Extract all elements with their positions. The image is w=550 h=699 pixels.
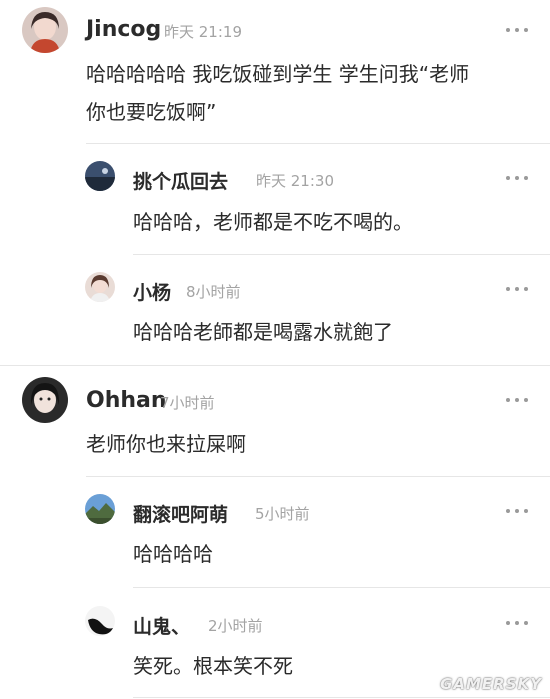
avatar[interactable] xyxy=(85,606,115,636)
comment-text-line: 你也要吃饭啊” xyxy=(86,100,217,124)
portrait-avatar-icon xyxy=(85,272,115,302)
more-options-icon[interactable] xyxy=(506,508,528,514)
timestamp: 5小时前 xyxy=(255,505,310,523)
more-options-icon[interactable] xyxy=(506,27,528,33)
divider xyxy=(133,697,550,698)
more-options-icon[interactable] xyxy=(506,175,528,181)
divider xyxy=(0,365,550,366)
more-options-icon[interactable] xyxy=(506,286,528,292)
comment-text-line: 哈哈哈哈哈 我吃饭碰到学生 学生问我“老师 xyxy=(86,62,470,86)
landscape-avatar-icon xyxy=(85,161,115,191)
divider xyxy=(86,143,550,144)
comment-text: 哈哈哈老師都是喝露水就飽了 xyxy=(133,320,393,344)
comment-text: 哈哈哈哈 xyxy=(133,542,213,566)
divider xyxy=(86,476,550,477)
dark-abstract-avatar-icon xyxy=(85,606,115,636)
portrait-avatar-icon xyxy=(22,377,68,423)
avatar[interactable] xyxy=(22,377,68,423)
comment-thread: Jincog 昨天 21:19 哈哈哈哈哈 我吃饭碰到学生 学生问我“老师 你也… xyxy=(0,0,550,699)
more-options-icon[interactable] xyxy=(506,397,528,403)
username[interactable]: 翻滚吧阿萌 xyxy=(133,500,228,527)
username[interactable]: 挑个瓜回去 xyxy=(133,167,228,194)
avatar[interactable] xyxy=(85,272,115,302)
timestamp: 昨天 21:30 xyxy=(256,172,334,190)
username[interactable]: 山鬼、 xyxy=(133,612,190,639)
more-options-icon[interactable] xyxy=(506,620,528,626)
comment-text: 老师你也来拉屎啊 xyxy=(86,432,246,456)
watermark: GAMERSKY xyxy=(440,675,542,693)
divider xyxy=(133,587,550,588)
divider xyxy=(133,254,550,255)
timestamp: 2小时前 xyxy=(208,617,263,635)
comment-text: 哈哈哈，老师都是不吃不喝的。 xyxy=(133,210,413,234)
avatar[interactable] xyxy=(85,161,115,191)
timestamp: 昨天 21:19 xyxy=(164,23,242,41)
landscape-avatar-icon xyxy=(85,494,115,524)
avatar[interactable] xyxy=(22,7,68,53)
portrait-avatar-icon xyxy=(22,7,68,53)
avatar[interactable] xyxy=(85,494,115,524)
timestamp: 8小时前 xyxy=(186,283,241,301)
username[interactable]: 小杨 xyxy=(133,278,171,305)
username[interactable]: Ohhan xyxy=(86,388,167,413)
comment-text: 笑死。根本笑不死 xyxy=(133,654,293,678)
timestamp: 7小时前 xyxy=(160,394,215,412)
username[interactable]: Jincog xyxy=(86,17,161,42)
